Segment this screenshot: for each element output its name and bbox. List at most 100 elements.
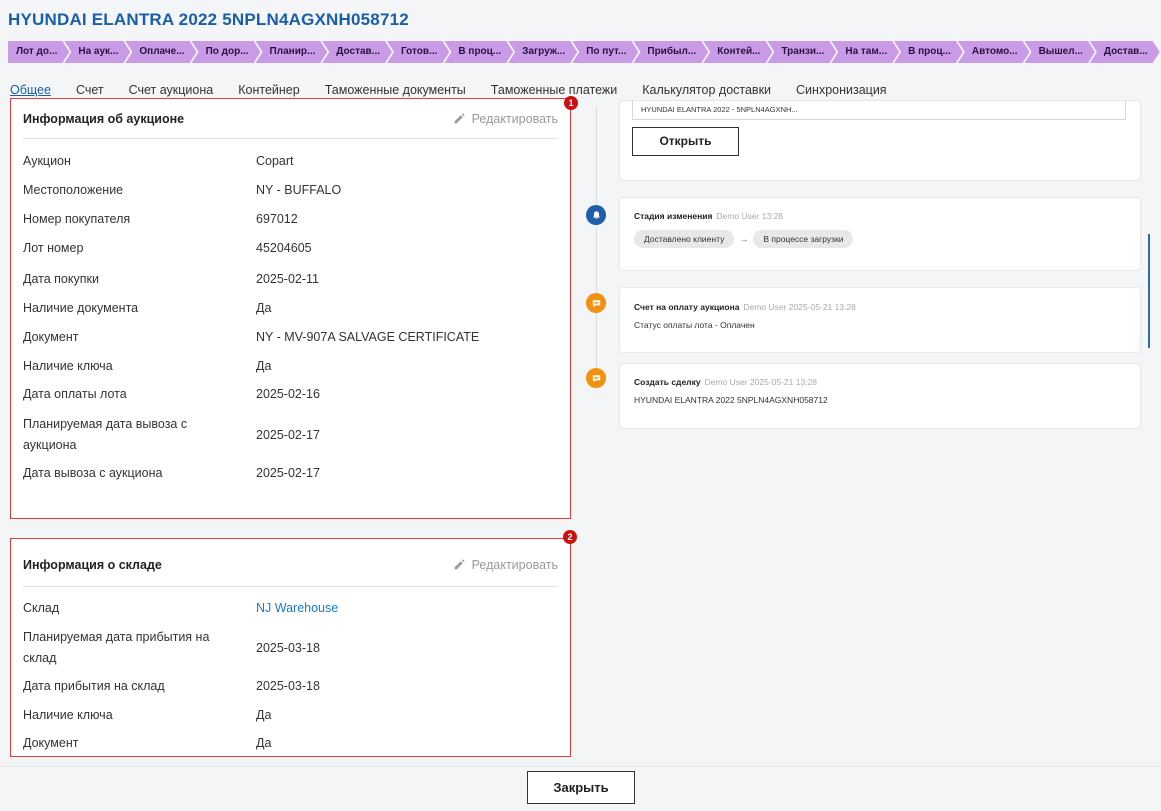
info-label: Номер покупателя — [23, 212, 131, 226]
tab-sync[interactable]: Синхронизация — [796, 83, 887, 97]
event-body: HYUNDAI ELANTRA 2022 5NPLN4AGXNH058712 — [634, 395, 828, 405]
comment-icon — [586, 293, 606, 313]
warehouse-info-card: Информация о складе Редактировать Склад … — [10, 538, 571, 757]
info-label: Дата оплаты лота — [23, 387, 127, 401]
scrollbar[interactable] — [1148, 234, 1150, 348]
info-label: Планируемая дата вывоза с аукциона — [23, 417, 188, 452]
footer-divider — [0, 766, 1161, 767]
close-button[interactable]: Закрыть — [527, 771, 635, 804]
pencil-icon — [454, 559, 465, 570]
warehouse-link[interactable]: NJ Warehouse — [256, 598, 338, 619]
stage-change: Доставлено клиенту → В процессе загрузки — [634, 230, 854, 248]
info-value: 2025-02-17 — [256, 428, 320, 442]
comment-icon — [586, 368, 606, 388]
tab-general[interactable]: Общее — [10, 83, 51, 97]
info-value: Да — [256, 708, 272, 722]
stage-step[interactable]: Прибыл... — [633, 41, 708, 63]
info-label: Планируемая дата прибытия на склад — [23, 630, 210, 665]
page-title: HYUNDAI ELANTRA 2022 5NPLN4AGXNH058712 — [8, 10, 409, 29]
info-value: NY - BUFFALO — [256, 183, 342, 197]
info-value: 2025-02-17 — [256, 466, 320, 480]
stage-step[interactable]: Достав... — [1090, 41, 1160, 63]
timeline-top-card: HYUNDAI ELANTRA 2022 - 5NPLN4AGXNH... От… — [620, 101, 1140, 180]
timeline-event-card: Создать сделку Demo User 2025-05-21 13:28… — [620, 364, 1140, 428]
warehouse-edit-button[interactable]: Редактировать — [453, 558, 558, 572]
info-label: Наличие ключа — [23, 708, 113, 722]
timeline-line — [596, 106, 597, 386]
tab-customs-documents[interactable]: Таможенные документы — [325, 83, 466, 97]
tab-delivery-calculator[interactable]: Калькулятор доставки — [642, 83, 771, 97]
stage-step[interactable]: По дор... — [192, 41, 261, 63]
info-label: Дата вывоза с аукциона — [23, 466, 163, 480]
info-value: Да — [256, 736, 272, 750]
info-label: Наличие документа — [23, 301, 139, 315]
info-label: Дата покупки — [23, 272, 99, 286]
info-value: 2025-02-16 — [256, 387, 320, 401]
stage-step[interactable]: Вышел... — [1025, 41, 1095, 63]
stage-step[interactable]: Загруж... — [508, 41, 577, 63]
tab-bar: Общее Счет Счет аукциона Контейнер Тамож… — [10, 83, 912, 97]
stage-step[interactable]: В проц... — [894, 41, 963, 63]
tab-customs-payments[interactable]: Таможенные платежи — [491, 83, 617, 97]
info-value: 2025-03-18 — [256, 641, 320, 655]
auction-info-card: Информация об аукционе Редактировать Аук… — [10, 98, 571, 519]
tab-invoice[interactable]: Счет — [76, 83, 104, 97]
open-button[interactable]: Открыть — [632, 127, 739, 156]
stage-step[interactable]: Лот до... — [8, 41, 69, 63]
event-meta: Demo User 2025-05-21 13:28 — [704, 377, 818, 387]
info-value: 2025-03-18 — [256, 679, 320, 693]
warehouse-edit-label: Редактировать — [471, 557, 558, 572]
stage-to-pill: В процессе загрузки — [753, 230, 854, 248]
bell-icon — [586, 205, 606, 225]
card-number-badge: 2 — [563, 530, 577, 544]
info-label: Склад — [23, 601, 60, 615]
stage-step[interactable]: Контей... — [703, 41, 772, 63]
stage-step[interactable]: В проц... — [444, 41, 513, 63]
info-value: NY - MV-907A SALVAGE CERTIFICATE — [256, 330, 480, 344]
info-label: Лот номер — [23, 241, 84, 255]
auction-edit-label: Редактировать — [471, 111, 558, 126]
stage-step[interactable]: Планир... — [256, 41, 328, 63]
stage-step[interactable]: Достав... — [322, 41, 392, 63]
info-value: 697012 — [256, 212, 298, 226]
event-title-line: Счет на оплату аукциона Demo User 2025-05… — [634, 302, 856, 312]
timeline-event-card: Счет на оплату аукциона Demo User 2025-05… — [620, 288, 1140, 352]
tab-container[interactable]: Контейнер — [238, 83, 299, 97]
timeline-event-card: Стадия изменения Demo User 13:28 Доставле… — [620, 198, 1140, 270]
info-label: Дата прибытия на склад — [23, 679, 165, 693]
stage-step[interactable]: На там... — [831, 41, 899, 63]
info-value: Да — [256, 359, 272, 373]
event-title: Стадия изменения — [634, 211, 713, 221]
info-value: Copart — [256, 154, 294, 168]
info-value: 45204605 — [256, 241, 312, 255]
warehouse-info-title: Информация о складе — [23, 557, 162, 572]
auction-edit-button[interactable]: Редактировать — [453, 112, 558, 126]
deal-name-field[interactable]: HYUNDAI ELANTRA 2022 - 5NPLN4AGXNH... — [632, 101, 1126, 120]
auction-info-title: Информация об аукционе — [23, 111, 185, 126]
stage-step[interactable]: На аук... — [64, 41, 130, 63]
info-label: Наличие ключа — [23, 359, 113, 373]
info-label: Аукцион — [23, 154, 71, 168]
event-meta: Demo User 13:28 — [716, 211, 784, 221]
info-label: Местоположение — [23, 183, 124, 197]
event-meta: Demo User 2025-05-21 13:28 — [743, 302, 856, 312]
event-title: Создать сделку — [634, 377, 701, 387]
info-label: Документ — [23, 330, 79, 344]
stage-step[interactable]: Готов... — [387, 41, 449, 63]
info-label: Документ — [23, 736, 79, 750]
tab-auction-invoice[interactable]: Счет аукциона — [129, 83, 214, 97]
info-value: Да — [256, 301, 272, 315]
stage-step[interactable]: По пут... — [572, 41, 638, 63]
arrow-right-icon: → — [739, 234, 749, 244]
info-value: 2025-02-11 — [256, 272, 320, 286]
pencil-icon — [454, 113, 465, 124]
event-title: Счет на оплату аукциона — [634, 302, 740, 312]
stage-step[interactable]: Автомо... — [958, 41, 1030, 63]
event-body: Статус оплаты лота - Оплачен — [634, 320, 755, 330]
stage-from-pill: Доставлено клиенту — [634, 230, 735, 248]
stage-pipeline: Лот до... На аук... Оплаче... По дор... … — [8, 41, 1161, 63]
event-title-line: Создать сделку Demo User 2025-05-21 13:28 — [634, 377, 817, 387]
stage-step[interactable]: Транзи... — [767, 41, 836, 63]
stage-step[interactable]: Оплаче... — [125, 41, 196, 63]
card-number-badge: 1 — [564, 96, 578, 110]
